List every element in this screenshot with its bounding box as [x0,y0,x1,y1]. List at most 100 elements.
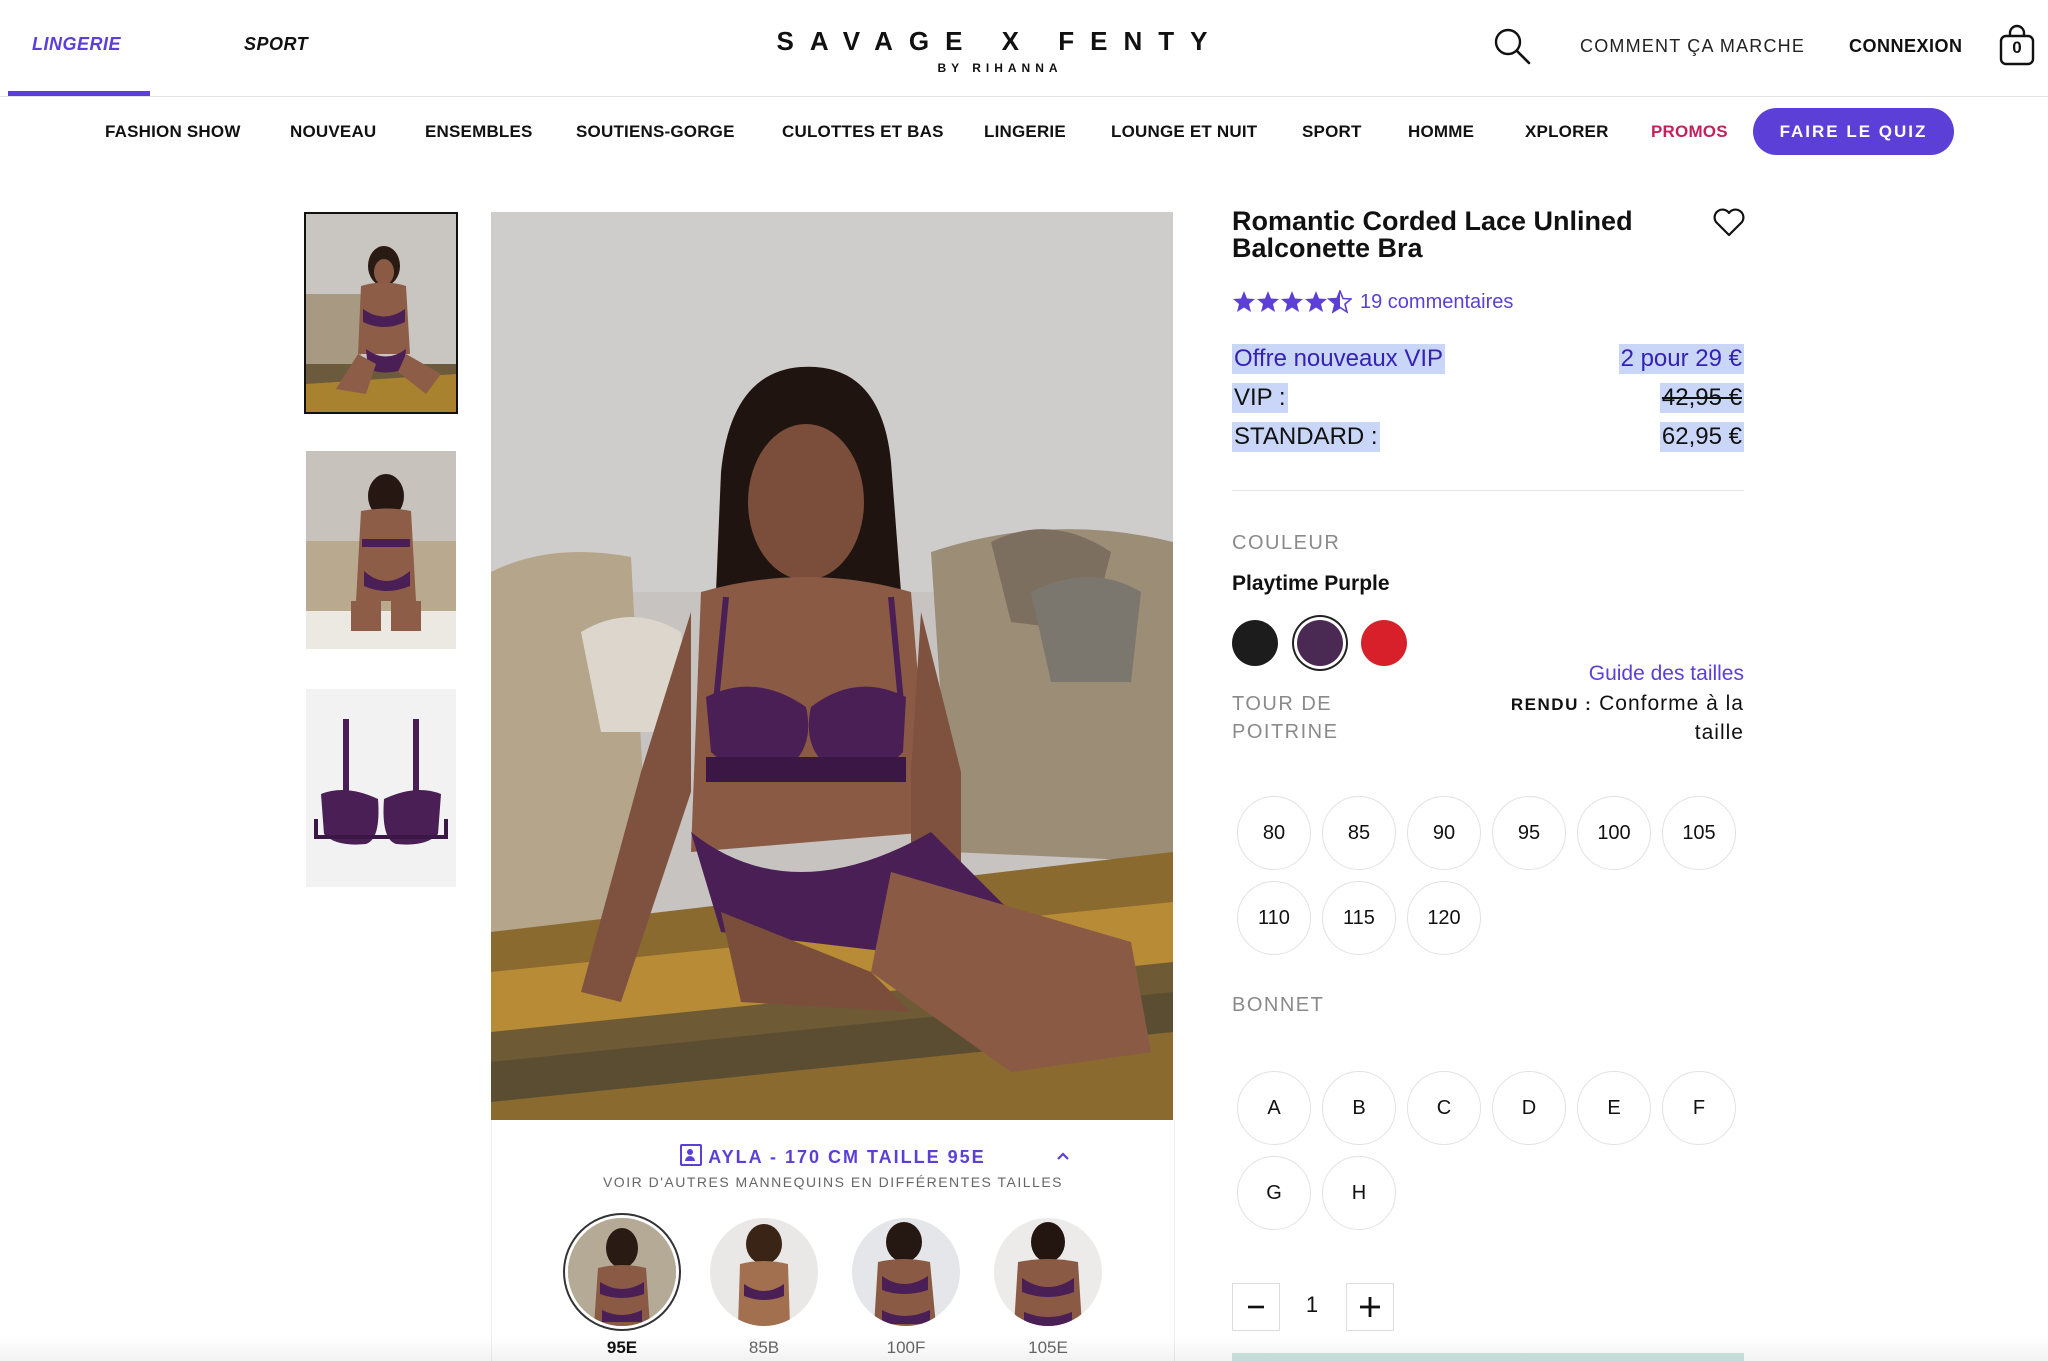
category-tab-lingerie[interactable]: LINGERIE [32,34,121,55]
nav-item-xplorer[interactable]: XPLORER [1525,122,1609,142]
vip-offer-row: Offre nouveaux VIP 2 pour 29 € [1232,344,1744,376]
model-size-option[interactable] [710,1218,818,1326]
model-avatar [994,1218,1102,1326]
fit-value: Conforme à la taille [1599,692,1744,744]
shopping-bag-button[interactable]: 0 [1998,24,2036,66]
vip-price: 42,95 € [1659,383,1744,413]
model-size-label: 100F [886,1338,926,1357]
vip-label: VIP : [1232,383,1288,413]
model-portrait-icon [680,1144,703,1166]
chevron-up-icon[interactable] [1055,1150,1071,1162]
model-back-photo [306,451,456,649]
nav-item-fashion-show[interactable]: FASHION SHOW [105,122,241,142]
band-size-option[interactable]: 100 [1577,796,1651,870]
vip-price-row: VIP : 42,95 € [1232,383,1744,415]
model-photo [491,212,1173,1120]
main-nav: FASHION SHOW NOUVEAU ENSEMBLES SOUTIENS-… [0,122,2048,144]
logo-tagline: BY RIHANNA [937,61,1063,75]
model-info-heading[interactable]: AYLA - 170 CM TAILLE 95E [492,1144,1174,1168]
band-size-label: TOUR DE POITRINE [1232,693,1339,743]
band-size-option[interactable]: 85 [1322,796,1396,870]
nav-item-lingerie[interactable]: LINGERIE [984,122,1066,142]
nav-item-soutiens-gorge[interactable]: SOUTIENS-GORGE [576,122,735,142]
gallery-thumbnail[interactable] [304,212,458,414]
band-size-option[interactable]: 115 [1322,881,1396,955]
reviews-link[interactable]: 19 commentaires [1360,291,1513,314]
cup-size-option[interactable]: G [1237,1156,1311,1230]
model-size-label: 85B [748,1338,780,1357]
model-info-text: AYLA - 170 CM TAILLE 95E [708,1147,986,1167]
brand-logo[interactable]: SAVAGE X FENTY BY RIHANNA [770,26,1230,75]
standard-price-row: STANDARD : 62,95 € [1232,422,1744,454]
nav-item-promos[interactable]: PROMOS [1651,122,1728,142]
heart-icon[interactable] [1712,208,1746,238]
band-size-option[interactable]: 120 [1407,881,1481,955]
standard-label: STANDARD : [1232,422,1380,452]
band-size-option[interactable]: 95 [1492,796,1566,870]
price-divider [1232,490,1744,491]
fit-info: RENDU : Conforme à la taille [1480,690,1744,747]
star-icon [1257,291,1279,312]
cup-size-option[interactable]: B [1322,1071,1396,1145]
model-size-option[interactable] [852,1218,960,1326]
quantity-increase-button[interactable] [1346,1283,1394,1331]
model-size-label: 105E [1028,1338,1068,1357]
star-icon [1305,291,1327,312]
color-swatch-purple[interactable] [1297,620,1343,666]
color-swatch-black[interactable] [1232,620,1278,666]
nav-item-ensembles[interactable]: ENSEMBLES [425,122,533,142]
nav-item-homme[interactable]: HOMME [1408,122,1474,142]
fit-key: RENDU : [1510,695,1593,714]
band-size-option[interactable]: 105 [1662,796,1736,870]
cart-count: 0 [2012,38,2022,57]
search-icon[interactable] [1492,26,1532,66]
size-guide-link[interactable]: Guide des tailles [1589,662,1744,686]
top-bar: LINGERIE SPORT SAVAGE X FENTY BY RIHANNA… [0,0,2048,97]
model-avatar [568,1218,676,1326]
color-label: COULEUR [1232,532,1341,554]
nav-item-culottes[interactable]: CULOTTES ET BAS [782,122,944,142]
standard-price: 62,95 € [1659,422,1744,452]
how-it-works-link[interactable]: COMMENT ÇA MARCHE [1580,36,1805,57]
offer-label: Offre nouveaux VIP [1232,344,1446,374]
nav-item-sport[interactable]: SPORT [1302,122,1362,142]
cup-size-option[interactable]: A [1237,1071,1311,1145]
nav-item-nouveau[interactable]: NOUVEAU [290,122,376,142]
plus-icon [1360,1297,1380,1317]
model-size-option[interactable] [568,1218,676,1326]
other-models-text: VOIR D'AUTRES MANNEQUINS EN DIFFÉRENTES … [602,1174,1064,1190]
cup-size-option[interactable]: H [1322,1156,1396,1230]
star-icon [1233,291,1255,312]
model-avatar [852,1218,960,1326]
model-avatar [710,1218,818,1326]
nav-item-lounge[interactable]: LOUNGE ET NUIT [1111,122,1257,142]
cup-size-option[interactable]: C [1407,1071,1481,1145]
model-size-option[interactable] [994,1218,1102,1326]
cup-size-option[interactable]: F [1662,1071,1736,1145]
gallery-thumbnail[interactable] [306,689,456,887]
login-link[interactable]: CONNEXION [1849,36,1963,57]
minus-icon [1248,1305,1264,1309]
selected-color-name: Playtime Purple [1232,572,1390,595]
cup-size-option[interactable]: D [1492,1071,1566,1145]
product-title: Romantic Corded Lace Unlined Balconette … [1232,206,1633,263]
band-size-option[interactable]: 110 [1237,881,1311,955]
star-rating [1233,290,1352,313]
offer-value: 2 pour 29 € [1618,344,1744,374]
model-size-label: 95E [606,1338,638,1357]
main-product-photo[interactable] [491,212,1173,1120]
logo-wordmark: SAVAGE X FENTY [776,26,1224,56]
model-front-photo [306,214,456,412]
model-size-panel: AYLA - 170 CM TAILLE 95E VOIR D'AUTRES M… [491,1120,1175,1361]
band-size-option[interactable]: 90 [1407,796,1481,870]
band-size-option[interactable]: 80 [1237,796,1311,870]
gallery-thumbnail[interactable] [306,451,456,649]
add-to-bag-button[interactable] [1232,1353,1744,1361]
category-tab-sport[interactable]: SPORT [244,34,308,55]
cup-size-option[interactable]: E [1577,1071,1651,1145]
quantity-decrease-button[interactable] [1232,1283,1280,1331]
cup-size-label: BONNET [1232,994,1325,1016]
color-swatch-red[interactable] [1361,620,1407,666]
quiz-button[interactable]: FAIRE LE QUIZ [1753,108,1954,155]
quantity-value[interactable]: 1 [1302,1292,1322,1318]
